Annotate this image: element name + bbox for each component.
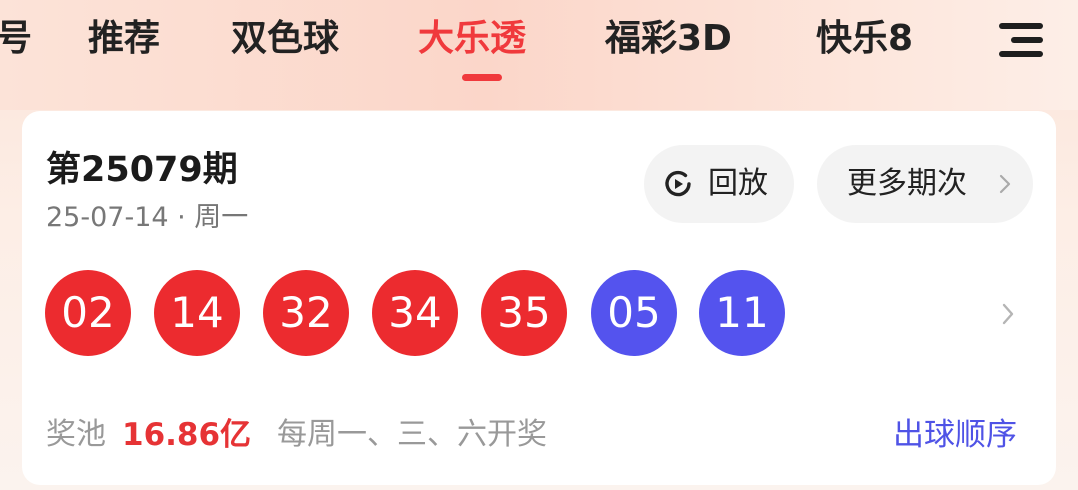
more-issues-label: 更多期次 <box>847 166 967 201</box>
tab-shuangseqiu[interactable]: 双色球 <box>231 14 339 64</box>
replay-label: 回放 <box>708 166 768 201</box>
draw-schedule: 每周一、三、六开奖 <box>277 417 547 452</box>
chevron-right-icon <box>999 174 1011 194</box>
replay-button[interactable]: 回放 <box>644 145 794 223</box>
draw-result-card[interactable]: 第25079期 25-07-14 · 周一 回放 更多期次 02 14 32 3… <box>22 111 1056 485</box>
tab-partial-previous[interactable]: 号 <box>0 14 32 64</box>
tab-fucai-3d[interactable]: 福彩3D <box>605 14 732 64</box>
draw-date: 25-07-14 · 周一 <box>46 202 249 233</box>
hamburger-menu-icon[interactable] <box>993 14 1051 66</box>
lottery-tab-bar: 号 推荐 双色球 大乐透 福彩3D 快乐8 <box>0 0 1078 110</box>
replay-icon <box>665 170 691 197</box>
active-tab-indicator <box>462 74 502 81</box>
back-ball: 05 <box>591 270 677 356</box>
tab-daletou[interactable]: 大乐透 <box>418 14 526 64</box>
front-ball: 32 <box>263 270 349 356</box>
prize-pool-amount: 16.86亿 <box>122 417 252 453</box>
more-issues-button[interactable]: 更多期次 <box>817 145 1033 223</box>
tab-recommend[interactable]: 推荐 <box>88 14 160 64</box>
ball-order-link[interactable]: 出球顺序 <box>893 409 1017 454</box>
tab-kuaile8[interactable]: 快乐8 <box>816 14 913 64</box>
front-ball: 35 <box>481 270 567 356</box>
front-ball: 34 <box>372 270 458 356</box>
back-ball: 11 <box>699 270 785 356</box>
chevron-right-icon[interactable] <box>1001 302 1015 326</box>
prize-pool-label: 奖池 <box>46 417 106 452</box>
front-ball: 02 <box>45 270 131 356</box>
front-ball: 14 <box>154 270 240 356</box>
issue-number: 第25079期 <box>46 150 238 190</box>
